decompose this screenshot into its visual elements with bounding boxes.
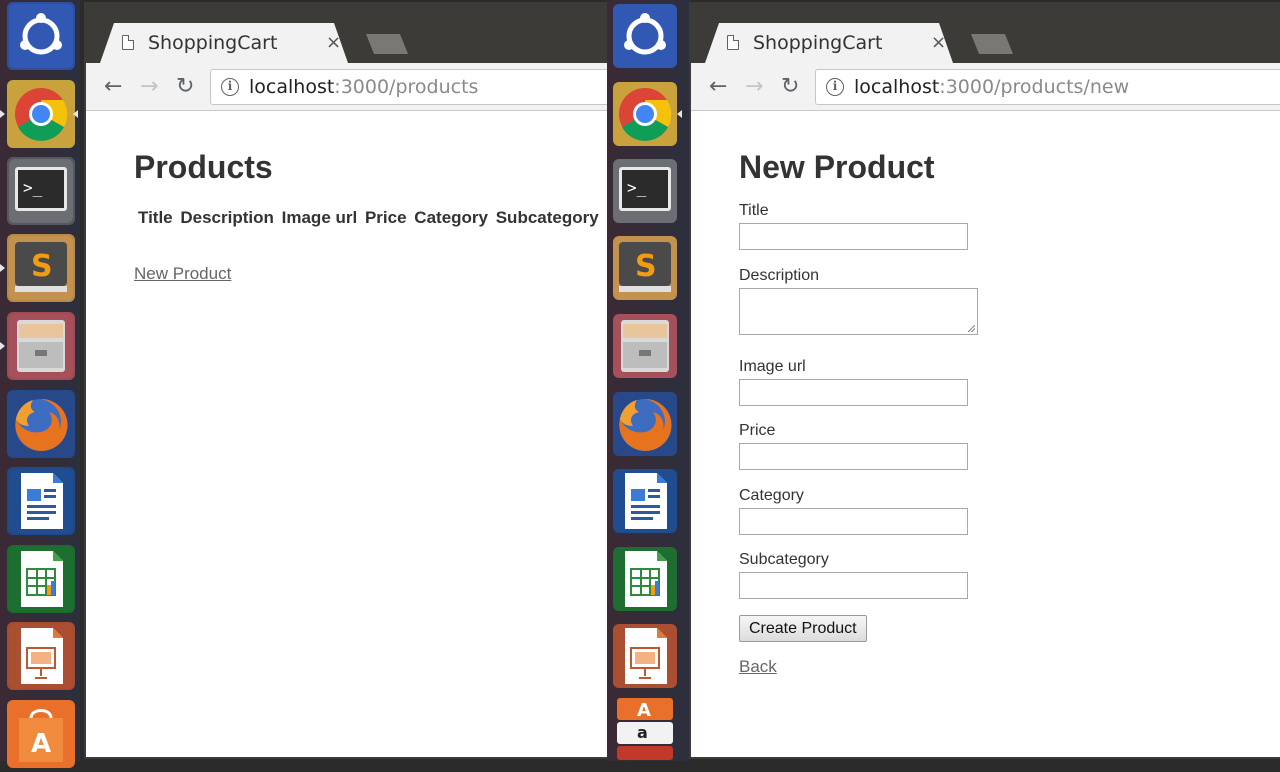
svg-text:S: S bbox=[635, 249, 657, 284]
column-header: Category bbox=[414, 208, 488, 227]
address-bar[interactable]: i localhost:3000/products/new bbox=[815, 69, 1280, 105]
calc-icon[interactable] bbox=[7, 545, 75, 613]
reload-icon[interactable]: ↻ bbox=[781, 74, 799, 99]
sublime-text-icon[interactable]: S bbox=[0, 234, 75, 302]
browser-toolbar: ← → ↻ i localhost:3000/products/new bbox=[691, 63, 1280, 111]
description-textarea[interactable] bbox=[739, 288, 978, 335]
subcategory-input[interactable] bbox=[739, 572, 968, 599]
files-cabinet-icon[interactable] bbox=[0, 312, 75, 380]
page-content: New Product Title Description Image url … bbox=[691, 111, 1280, 757]
firefox-icon[interactable] bbox=[7, 390, 75, 458]
info-icon[interactable]: i bbox=[221, 78, 239, 96]
back-arrow-icon[interactable]: ← bbox=[104, 74, 122, 99]
back-link[interactable]: Back bbox=[739, 657, 777, 677]
svg-text:>_: >_ bbox=[627, 178, 647, 197]
back-arrow-icon[interactable]: ← bbox=[709, 74, 727, 99]
url-text[interactable]: localhost:3000/products/new bbox=[854, 76, 1129, 98]
new-tab-button[interactable] bbox=[366, 34, 408, 54]
new-product-link[interactable]: New Product bbox=[134, 264, 231, 284]
tab-title: ShoppingCart bbox=[753, 32, 883, 54]
chrome-icon[interactable] bbox=[611, 80, 682, 148]
writer-icon[interactable] bbox=[611, 467, 679, 535]
tab-title: ShoppingCart bbox=[148, 32, 278, 54]
calc-icon[interactable] bbox=[611, 545, 679, 613]
ubuntu-dash-icon[interactable] bbox=[7, 2, 75, 70]
reload-icon[interactable]: ↻ bbox=[176, 74, 194, 99]
url-path: :3000/products bbox=[334, 76, 479, 98]
svg-text:>_: >_ bbox=[23, 178, 43, 197]
sublime-text-icon[interactable]: S bbox=[611, 234, 679, 302]
firefox-icon[interactable] bbox=[611, 390, 679, 458]
description-label: Description bbox=[739, 267, 820, 284]
browser-toolbar: ← → ↻ i localhost:3000/products bbox=[86, 63, 608, 111]
address-bar[interactable]: i localhost:3000/products bbox=[210, 69, 608, 105]
title-input[interactable] bbox=[739, 223, 968, 250]
page-content: Products Title Description Image url Pri… bbox=[86, 111, 608, 757]
price-label: Price bbox=[739, 422, 776, 439]
tab-shoppingcart[interactable]: ShoppingCart × bbox=[705, 23, 953, 63]
url-host: localhost bbox=[249, 76, 335, 98]
column-header: Subcategory bbox=[495, 208, 599, 227]
terminal-icon[interactable]: >_ bbox=[611, 157, 679, 225]
forward-arrow-icon[interactable]: → bbox=[140, 74, 158, 99]
tab-strip: ShoppingCart × bbox=[86, 4, 608, 63]
launcher-right: >_ S Aa bbox=[607, 0, 691, 761]
browser-window-new-product: ShoppingCart × ← → ↻ i localhost:3000/pr… bbox=[689, 2, 1280, 759]
column-header: Title bbox=[138, 208, 173, 227]
column-header: Image url bbox=[281, 208, 358, 227]
svg-text:S: S bbox=[31, 249, 53, 284]
impress-icon[interactable] bbox=[7, 622, 75, 690]
page-icon bbox=[122, 35, 134, 50]
close-tab-icon[interactable]: × bbox=[931, 32, 946, 53]
browser-window-products: ShoppingCart × ← → ↻ i localhost:3000/pr… bbox=[84, 2, 610, 759]
category-input[interactable] bbox=[739, 508, 968, 535]
url-text[interactable]: localhost:3000/products bbox=[249, 76, 478, 98]
svg-text:a: a bbox=[637, 723, 648, 742]
image-url-input[interactable] bbox=[739, 379, 968, 406]
page-title: Products bbox=[134, 149, 273, 185]
url-path: :3000/products/new bbox=[939, 76, 1130, 98]
svg-text:A: A bbox=[637, 700, 651, 721]
new-tab-button[interactable] bbox=[971, 34, 1013, 54]
svg-text:A: A bbox=[31, 729, 51, 759]
title-label: Title bbox=[739, 202, 769, 219]
category-label: Category bbox=[739, 487, 804, 504]
page-icon bbox=[727, 35, 739, 50]
tab-strip: ShoppingCart × bbox=[691, 4, 1280, 63]
terminal-icon[interactable]: >_ bbox=[7, 157, 75, 225]
column-header: Price bbox=[364, 208, 407, 227]
launcher-left: >_ S A bbox=[0, 0, 80, 768]
price-input[interactable] bbox=[739, 443, 968, 470]
products-table-header: Title Description Image url Price Catego… bbox=[138, 208, 602, 228]
chrome-icon[interactable] bbox=[0, 80, 78, 148]
close-tab-icon[interactable]: × bbox=[326, 32, 341, 53]
software-center-icon[interactable]: A bbox=[7, 700, 75, 768]
software-center-icon[interactable]: Aa bbox=[611, 694, 679, 760]
image-url-label: Image url bbox=[739, 358, 806, 375]
url-host: localhost bbox=[854, 76, 940, 98]
page-title: New Product bbox=[739, 149, 935, 185]
writer-icon[interactable] bbox=[7, 467, 75, 535]
ubuntu-dash-icon[interactable] bbox=[611, 2, 679, 70]
forward-arrow-icon[interactable]: → bbox=[745, 74, 763, 99]
impress-icon[interactable] bbox=[611, 622, 679, 690]
tab-shoppingcart[interactable]: ShoppingCart × bbox=[100, 23, 348, 63]
create-product-button[interactable]: Create Product bbox=[739, 615, 867, 642]
files-cabinet-icon[interactable] bbox=[611, 312, 679, 380]
column-header: Description bbox=[180, 208, 274, 227]
info-icon[interactable]: i bbox=[826, 78, 844, 96]
subcategory-label: Subcategory bbox=[739, 551, 829, 568]
